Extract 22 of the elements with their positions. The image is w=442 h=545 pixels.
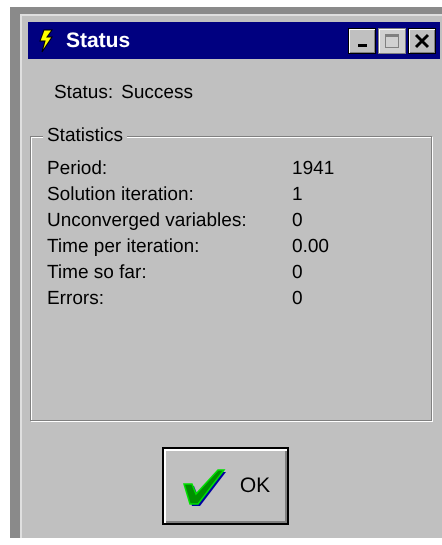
stat-value: 1 (292, 182, 303, 206)
ok-button[interactable]: OK (162, 446, 288, 524)
minimize-button[interactable] (348, 28, 376, 54)
maximize-icon (384, 32, 400, 48)
stat-label: Period: (47, 156, 108, 180)
status-label: Status: (54, 81, 114, 105)
close-button[interactable] (408, 28, 436, 54)
window-title: Status (66, 28, 130, 54)
lightning-icon (38, 28, 54, 52)
stat-value: 0 (292, 260, 303, 284)
stat-value: 0 (292, 208, 303, 232)
stat-value: 1941 (292, 156, 334, 180)
stat-label: Errors: (47, 286, 105, 310)
stat-value: 0 (292, 286, 303, 310)
stat-label: Solution iteration: (47, 182, 195, 206)
stat-label: Unconverged variables: (47, 208, 248, 232)
close-icon (414, 32, 430, 48)
stat-label: Time per iteration: (47, 234, 200, 258)
stat-value: 0.00 (292, 234, 329, 258)
status-value: Success (121, 81, 193, 105)
minimize-icon (358, 44, 366, 47)
stat-label: Time so far: (47, 260, 148, 284)
